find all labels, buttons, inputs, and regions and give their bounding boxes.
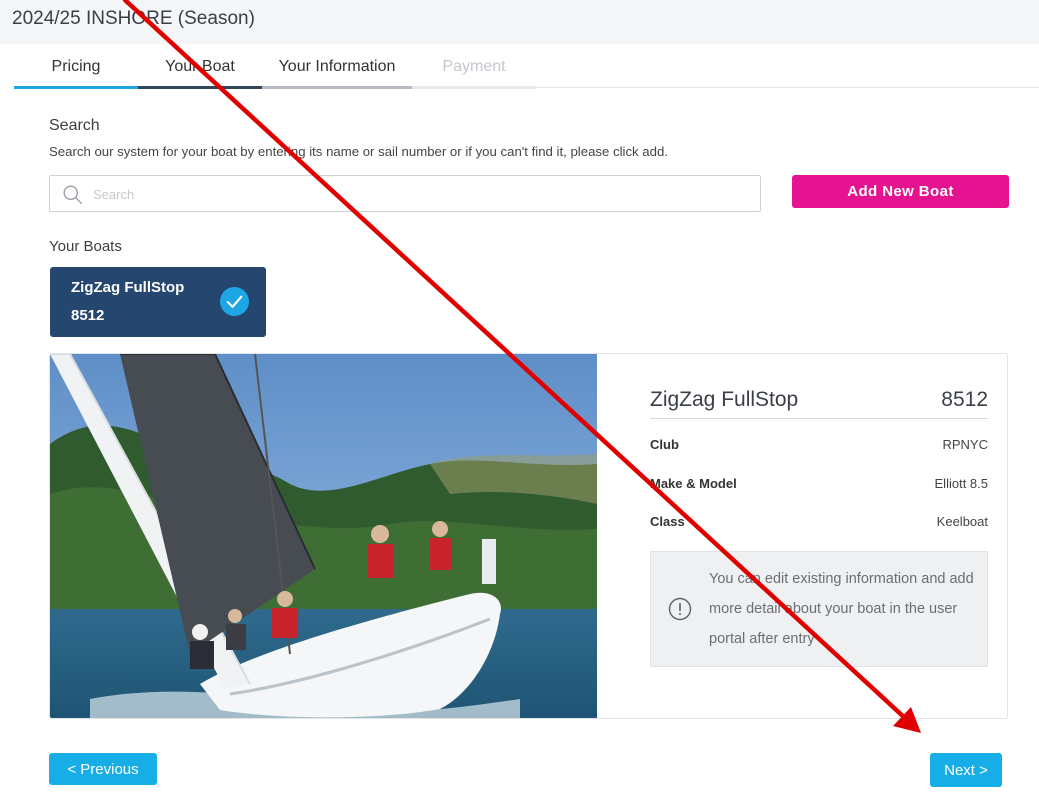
class-value: Keelboat <box>936 514 988 529</box>
boat-card-name: ZigZag FullStop <box>71 279 185 296</box>
search-input[interactable] <box>93 182 743 206</box>
tab-pricing[interactable]: Pricing <box>14 47 138 89</box>
tab-payment-indicator <box>412 86 536 89</box>
search-icon <box>63 185 82 204</box>
search-field[interactable] <box>49 175 761 212</box>
check-circle-icon <box>219 286 250 317</box>
info-circle-icon <box>668 597 692 621</box>
tab-payment-label: Payment <box>442 58 506 75</box>
boat-info: ZigZag FullStop 8512 Club RPNYC Make & M… <box>650 354 988 718</box>
boat-detail-sail-number: 8512 <box>941 388 988 411</box>
boat-photo <box>50 354 597 718</box>
boat-detail-panel: ZigZag FullStop 8512 Club RPNYC Make & M… <box>49 353 1008 719</box>
tab-payment: Payment <box>412 47 536 89</box>
tab-pricing-label: Pricing <box>51 58 101 75</box>
club-label: Club <box>650 437 679 452</box>
club-value: RPNYC <box>942 437 988 452</box>
tab-your-boat[interactable]: Your Boat <box>138 47 262 89</box>
tab-your-boat-label: Your Boat <box>165 58 235 75</box>
page-title: 2024/25 INSHORE (Season) <box>12 8 255 29</box>
class-label: Class <box>650 514 685 529</box>
boat-card-selected[interactable]: ZigZag FullStop 8512 <box>50 267 266 337</box>
next-button[interactable]: Next > <box>930 753 1002 787</box>
edit-info-note: You can edit existing information and ad… <box>650 551 988 667</box>
boat-detail-name: ZigZag FullStop <box>650 388 799 411</box>
make-model-label: Make & Model <box>650 476 737 491</box>
edit-info-note-text: You can edit existing information and ad… <box>709 571 974 647</box>
wizard-tabs: Pricing Your Boat Your Information Payme… <box>14 47 1039 89</box>
tab-pricing-indicator <box>14 86 138 89</box>
make-model-value: Elliott 8.5 <box>934 476 988 491</box>
tab-your-information-indicator <box>262 86 412 89</box>
divider <box>650 418 988 419</box>
previous-button[interactable]: < Previous <box>49 753 157 785</box>
your-boats-title: Your Boats <box>49 238 122 255</box>
boat-card-sail-number: 8512 <box>71 307 105 324</box>
search-description: Search our system for your boat by enter… <box>49 144 668 159</box>
search-section-title: Search <box>49 117 100 134</box>
add-new-boat-button[interactable]: Add New Boat <box>792 175 1009 208</box>
tab-your-boat-indicator <box>138 86 262 89</box>
tab-your-information[interactable]: Your Information <box>262 47 412 89</box>
page-header: 2024/25 INSHORE (Season) <box>0 0 1039 44</box>
tab-your-information-label: Your Information <box>278 58 396 75</box>
